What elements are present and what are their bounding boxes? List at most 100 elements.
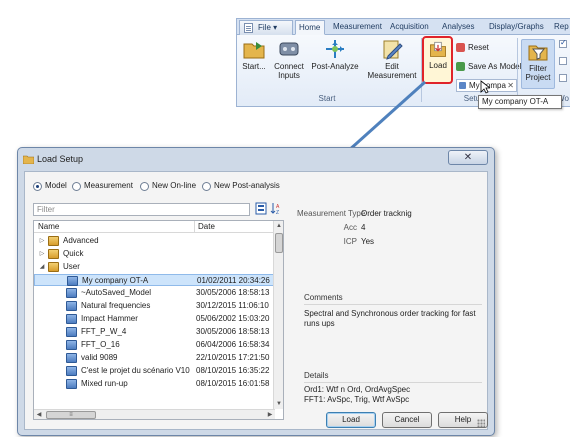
tree-row-name: FFT_P_W_4 [81,327,127,336]
measurement-type-value: Order tracknig [361,209,412,218]
tree-row-name: ~AutoSaved_Model [81,288,152,297]
model-file-icon [66,379,77,389]
radio-new-post-analysis[interactable]: New Post-analysis [202,181,280,191]
tree-folder-row[interactable]: ◢ User [34,261,275,273]
folder-icon [48,249,59,259]
radio-model[interactable]: Model [33,181,67,191]
tree-row-name: valid 9089 [81,353,118,362]
tree-row-name: Advanced [63,236,99,245]
tree-row-name: Mixed run-up [81,379,128,388]
tab-rep[interactable]: Rep [551,20,570,35]
resize-grip-icon[interactable] [477,419,485,427]
acc-label: Acc [343,223,357,232]
tree-file-row[interactable]: valid 9089 22/10/2015 17:21:50 [34,352,275,364]
scroll-right-icon[interactable]: ▶ [265,410,275,419]
dialog-title: Load Setup [37,154,84,164]
radio-new-online[interactable]: New On-line [140,181,196,191]
tree-expander-icon[interactable]: ▷ [38,235,46,247]
radio-circle [72,182,81,191]
scroll-thumb[interactable] [275,233,283,253]
view-toggle-icon[interactable] [255,202,267,215]
tree-row-name: User [63,262,80,271]
reset-icon [456,43,465,52]
ribbon-checkbox-2[interactable] [559,57,567,65]
h-scroll-thumb[interactable]: ≡ [46,411,96,419]
tree-expander-icon[interactable]: ▷ [38,248,46,260]
load-button[interactable]: Load [423,39,453,70]
tree-file-row[interactable]: ~AutoSaved_Model 30/05/2006 18:58:13 [34,287,275,299]
tree-expander-icon[interactable]: ◢ [38,261,46,273]
model-file-icon [66,327,77,337]
setup-tree-list[interactable]: Name Date ▷ Advanced ▷ Quick ◢ User My company… [33,220,284,420]
post-analyze-icon [326,40,344,58]
post-analyze-button[interactable]: Post-Analyze [310,38,360,71]
load-dialog-button[interactable]: Load [326,412,376,428]
ribbon-separator [517,38,518,102]
tree-file-row[interactable]: FFT_P_W_4 30/05/2006 18:58:13 [34,326,275,338]
tab-acquisition[interactable]: Acquisition [387,20,432,35]
tree-row-name: Impact Hammer [81,314,138,323]
connector-icon [279,42,299,56]
details-line-1: Ord1: Wtf n Ord, OrdAvgSpec [304,385,411,394]
model-file-icon [66,366,77,376]
filter-folder-icon [528,45,548,61]
tab-analyses[interactable]: Analyses [439,20,477,35]
start-button[interactable]: Start... [239,38,269,71]
tree-row-date: 01/02/2011 20:34:26 [197,276,270,285]
sort-icon[interactable]: A Z [270,202,282,215]
tab-home[interactable]: Home [295,20,325,35]
connect-inputs-button[interactable]: Connect Inputs [270,38,308,80]
comments-text: Spectral and Synchronous order tracking … [304,309,476,328]
tree-row-date: 30/05/2006 18:58:13 [196,288,270,297]
tree-folder-row[interactable]: ▷ Quick [34,248,275,260]
tree-file-row[interactable]: Impact Hammer 05/06/2002 15:03:20 [34,313,275,325]
tree-file-row[interactable]: Mixed run-up 08/10/2015 16:01:58 [34,378,275,390]
details-heading: Details [304,371,329,380]
tab-file[interactable]: File ▾ [239,20,293,35]
ribbon-checkbox-3[interactable] [559,74,567,82]
tree-row-date: 08/10/2015 16:35:22 [196,366,270,375]
column-divider[interactable] [194,221,195,233]
ribbon-tabbar: File ▾ Home Measurement Acquisition Anal… [237,19,570,35]
folder-icon [48,262,59,272]
tab-display-graphs[interactable]: Display/Graphs [486,20,547,35]
tree-folder-row[interactable]: ▷ Advanced [34,235,275,247]
horizontal-scrollbar[interactable]: ◀ ≡ ▶ [34,409,275,419]
folder-icon [48,236,59,246]
icp-value: Yes [361,237,375,246]
svg-text:Z: Z [276,210,279,215]
tree-file-row[interactable]: Natural frequencies 30/12/2015 11:06:10 [34,300,275,312]
filter-input[interactable]: Filter [33,203,250,216]
dialog-close-button[interactable]: ✕ [448,150,488,165]
vertical-scrollbar[interactable]: ▲ ▼ [273,221,283,409]
tree-file-row[interactable]: FFT_O_16 06/04/2006 16:58:34 [34,339,275,351]
model-file-icon [66,314,77,324]
tree-file-row[interactable]: C'est le projet du scénario V10 08/10/201… [34,365,275,377]
tree-header: Name Date [34,221,283,233]
radio-measurement[interactable]: Measurement [72,181,133,191]
reset-button[interactable]: Reset [456,41,489,54]
dialog-content: Model Measurement New On-line New Post-a… [24,171,488,430]
edit-measurement-button[interactable]: Edit Measurement [364,38,420,80]
filter-project-button[interactable]: Filter Project [521,39,555,89]
model-file-icon [67,276,78,286]
load-setup-dialog: Load Setup ✕ Model Measurement New On-li… [17,147,495,436]
tree-row-name: My company OT-A [82,276,149,285]
close-icon: ✕ [463,152,473,163]
ribbon-checkbox-1[interactable] [559,38,567,48]
tree-row-name: Quick [63,249,84,258]
tree-file-row[interactable]: My company OT-A 01/02/2011 20:34:26 [34,274,275,286]
tooltip: My company OT-A [478,95,562,109]
scroll-up-icon[interactable]: ▲ [274,221,283,231]
column-header-date[interactable]: Date [198,222,215,231]
details-divider [304,382,482,383]
save-as-model-button[interactable]: Save As Model [456,60,521,73]
cancel-button[interactable]: Cancel [382,412,432,428]
combo-close-icon[interactable]: ✕ [507,80,514,91]
scroll-down-icon[interactable]: ▼ [274,399,283,409]
details-line-2: FFT1: AvSpc, Trig, Wtf AvSpc [304,395,410,404]
tab-measurement[interactable]: Measurement [330,20,385,35]
edit-pencil-icon [383,40,403,60]
column-header-name[interactable]: Name [38,222,59,231]
scroll-left-icon[interactable]: ◀ [34,410,44,419]
